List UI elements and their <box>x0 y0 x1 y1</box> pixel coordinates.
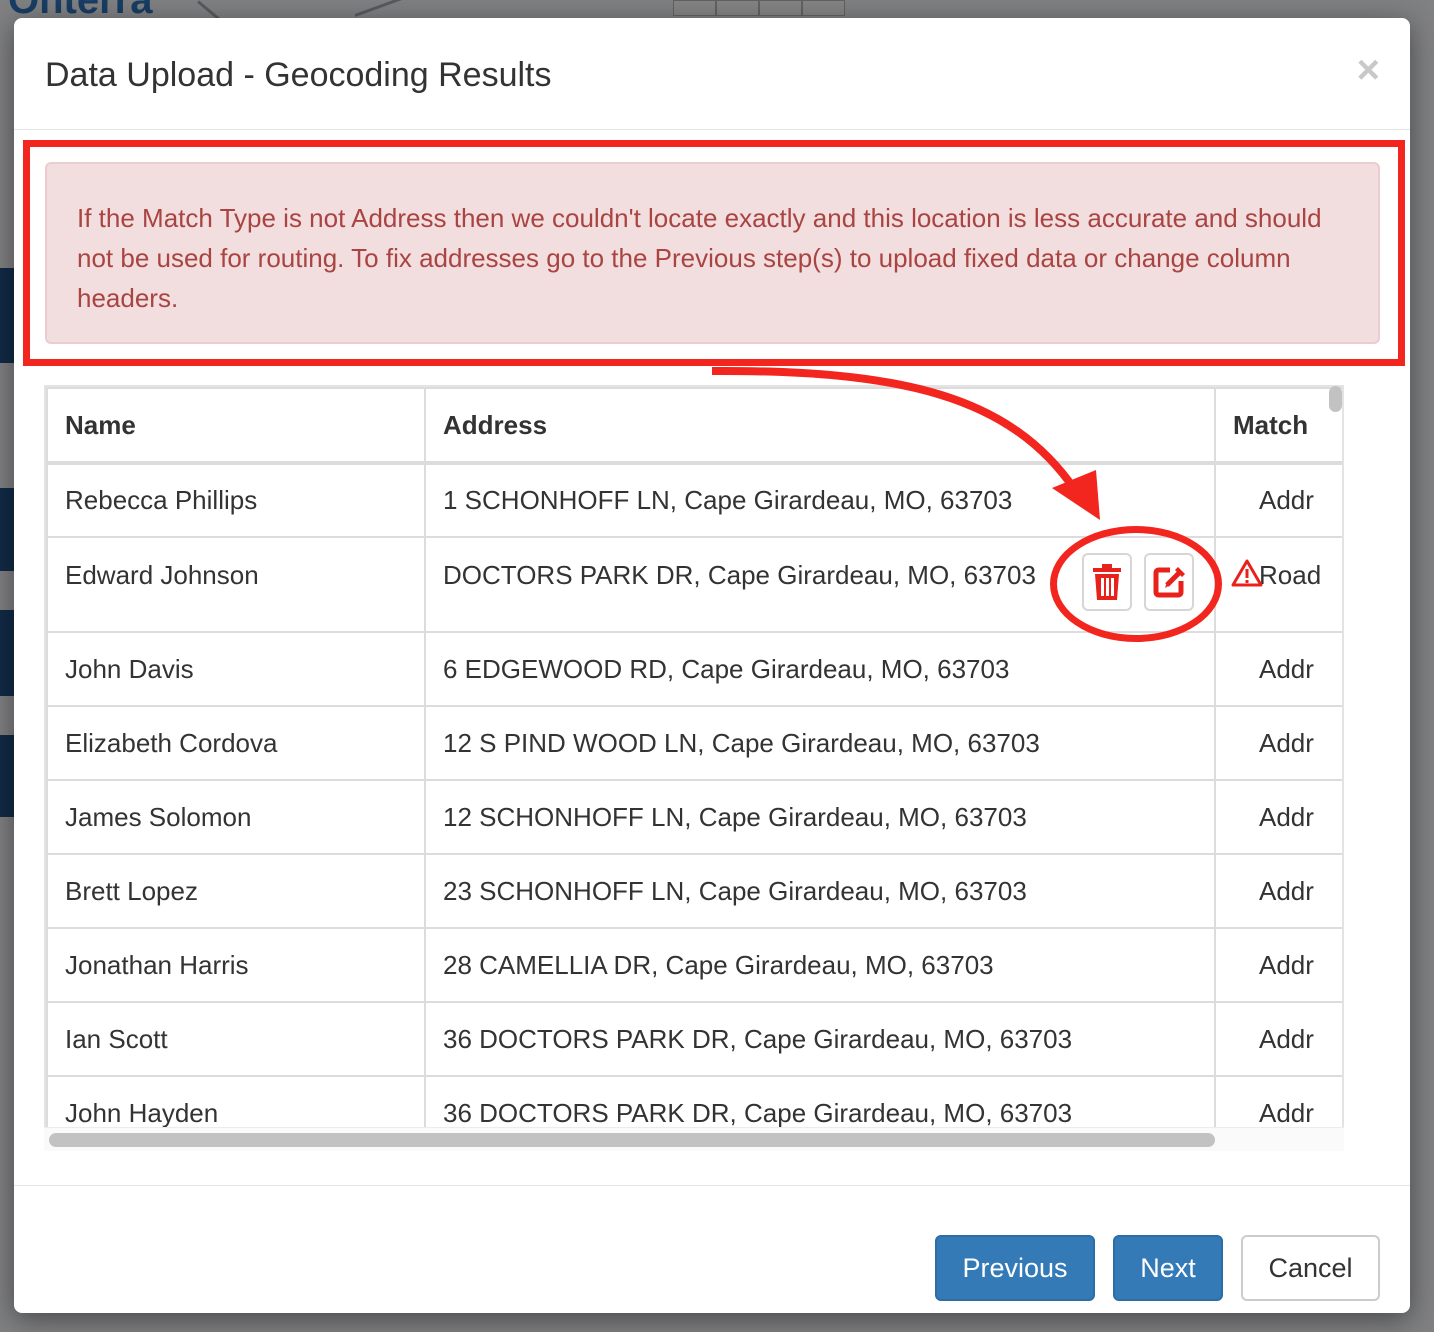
horizontal-scrollbar-thumb[interactable] <box>49 1133 1215 1147</box>
modal-header: Data Upload - Geocoding Results × <box>14 18 1410 130</box>
column-header-match[interactable]: Match <box>1214 387 1342 465</box>
cell-match: Addr <box>1214 462 1342 538</box>
previous-button[interactable]: Previous <box>935 1235 1095 1301</box>
cell-match: Addr <box>1214 631 1342 707</box>
cell-address: 12 SCHONHOFF LN, Cape Girardeau, MO, 637… <box>424 779 1216 855</box>
cell-name: Edward Johnson <box>46 536 426 633</box>
cell-name: Rebecca Phillips <box>46 462 426 538</box>
table-row[interactable]: Brett Lopez 23 SCHONHOFF LN, Cape Girard… <box>46 853 1342 929</box>
cell-match-text: Road <box>1259 560 1322 590</box>
results-table-container[interactable]: Name Address Match Rebecca Phillips 1 SC… <box>44 385 1344 1151</box>
column-header-name[interactable]: Name <box>46 387 426 465</box>
cell-address: 6 EDGEWOOD RD, Cape Girardeau, MO, 63703 <box>424 631 1216 707</box>
table-row[interactable]: John Davis 6 EDGEWOOD RD, Cape Girardeau… <box>46 631 1342 707</box>
modal-title: Data Upload - Geocoding Results <box>45 56 552 94</box>
annotation-circle <box>1050 526 1222 642</box>
cancel-button[interactable]: Cancel <box>1241 1235 1380 1301</box>
cell-address: 36 DOCTORS PARK DR, Cape Girardeau, MO, … <box>424 1001 1216 1077</box>
table-row[interactable]: Jonathan Harris 28 CAMELLIA DR, Cape Gir… <box>46 927 1342 1003</box>
annotation-highlight-box <box>23 140 1405 366</box>
cell-match: Addr <box>1214 853 1342 929</box>
cell-name: Brett Lopez <box>46 853 426 929</box>
geocoding-results-modal: Data Upload - Geocoding Results × If the… <box>14 18 1410 1313</box>
cell-match: Road <box>1214 536 1342 633</box>
vertical-scrollbar-thumb[interactable] <box>1329 386 1342 412</box>
cell-name: John Davis <box>46 631 426 707</box>
next-button[interactable]: Next <box>1113 1235 1223 1301</box>
table-row[interactable]: James Solomon 12 SCHONHOFF LN, Cape Gira… <box>46 779 1342 855</box>
cell-address: 12 S PIND WOOD LN, Cape Girardeau, MO, 6… <box>424 705 1216 781</box>
warning-triangle-icon <box>1231 559 1263 587</box>
cell-match: Addr <box>1214 779 1342 855</box>
close-icon[interactable]: × <box>1357 50 1380 90</box>
cell-address: 1 SCHONHOFF LN, Cape Girardeau, MO, 6370… <box>424 462 1216 538</box>
horizontal-scrollbar[interactable] <box>44 1127 1344 1151</box>
column-header-address[interactable]: Address <box>424 387 1216 465</box>
cell-match: Addr <box>1214 705 1342 781</box>
cell-address: 23 SCHONHOFF LN, Cape Girardeau, MO, 637… <box>424 853 1216 929</box>
modal-footer: Previous Next Cancel <box>14 1185 1410 1313</box>
table-header-row: Name Address Match <box>46 387 1342 465</box>
cell-match: Addr <box>1214 927 1342 1003</box>
vertical-scrollbar[interactable] <box>1328 386 1342 1151</box>
table-row[interactable]: Ian Scott 36 DOCTORS PARK DR, Cape Girar… <box>46 1001 1342 1077</box>
results-table: Name Address Match Rebecca Phillips 1 SC… <box>46 387 1342 1149</box>
cell-name: James Solomon <box>46 779 426 855</box>
cell-match: Addr <box>1214 1001 1342 1077</box>
table-row[interactable]: Elizabeth Cordova 12 S PIND WOOD LN, Cap… <box>46 705 1342 781</box>
cell-name: Ian Scott <box>46 1001 426 1077</box>
cell-name: Elizabeth Cordova <box>46 705 426 781</box>
cell-address: 28 CAMELLIA DR, Cape Girardeau, MO, 6370… <box>424 927 1216 1003</box>
cell-name: Jonathan Harris <box>46 927 426 1003</box>
